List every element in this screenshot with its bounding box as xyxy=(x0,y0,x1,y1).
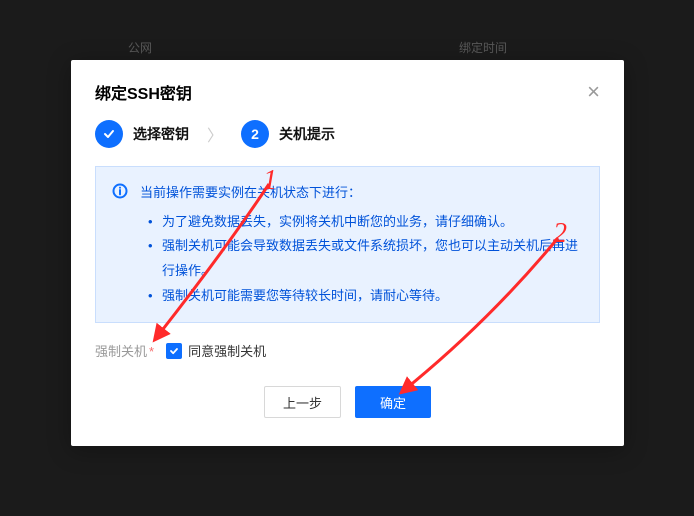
step-2-number: 2 xyxy=(241,120,269,148)
force-shutdown-row: 强制关机* 同意强制关机 xyxy=(71,341,624,386)
modal-title: 绑定SSH密钥 xyxy=(95,80,192,104)
checkbox-checked-icon xyxy=(166,343,182,359)
prev-button[interactable]: 上一步 xyxy=(264,386,341,418)
check-icon xyxy=(95,120,123,148)
step-1: 选择密钥 xyxy=(95,120,189,148)
notice-item: 为了避免数据丢失，实例将关机中断您的业务，请仔细确认。 xyxy=(148,210,583,235)
chevron-right-icon: 〉 xyxy=(207,122,223,146)
notice-body: 当前操作需要实例在关机状态下进行： 为了避免数据丢失，实例将关机中断您的业务，请… xyxy=(140,181,583,308)
step-2-label: 关机提示 xyxy=(279,124,335,144)
notice-title: 当前操作需要实例在关机状态下进行： xyxy=(140,181,583,206)
agree-force-checkbox[interactable]: 同意强制关机 xyxy=(166,341,266,360)
shutdown-notice: 当前操作需要实例在关机状态下进行： 为了避免数据丢失，实例将关机中断您的业务，请… xyxy=(95,166,600,323)
close-button[interactable]: × xyxy=(587,81,600,103)
step-1-label: 选择密钥 xyxy=(133,124,189,144)
step-2: 2 关机提示 xyxy=(241,120,335,148)
modal-header: 绑定SSH密钥 × xyxy=(71,60,624,120)
step-indicator: 选择密钥 〉 2 关机提示 xyxy=(71,120,624,166)
confirm-button[interactable]: 确定 xyxy=(355,386,431,418)
annotation-number-2: 2 xyxy=(553,218,567,250)
modal-footer: 上一步 确定 xyxy=(71,386,624,446)
notice-item: 强制关机可能会导致数据丢失或文件系统损坏，您也可以主动关机后再进行操作。 xyxy=(148,234,583,283)
force-shutdown-label: 强制关机* xyxy=(95,341,154,360)
notice-item: 强制关机可能需要您等待较长时间，请耐心等待。 xyxy=(148,284,583,309)
annotation-number-1: 1 xyxy=(263,165,277,197)
required-star: * xyxy=(149,344,154,359)
close-icon: × xyxy=(587,79,600,104)
agree-force-label: 同意强制关机 xyxy=(188,341,266,360)
bind-ssh-key-modal: 绑定SSH密钥 × 选择密钥 〉 2 关机提示 当前操作需要实例在关机状态下进行… xyxy=(71,60,624,446)
info-icon xyxy=(112,183,128,199)
